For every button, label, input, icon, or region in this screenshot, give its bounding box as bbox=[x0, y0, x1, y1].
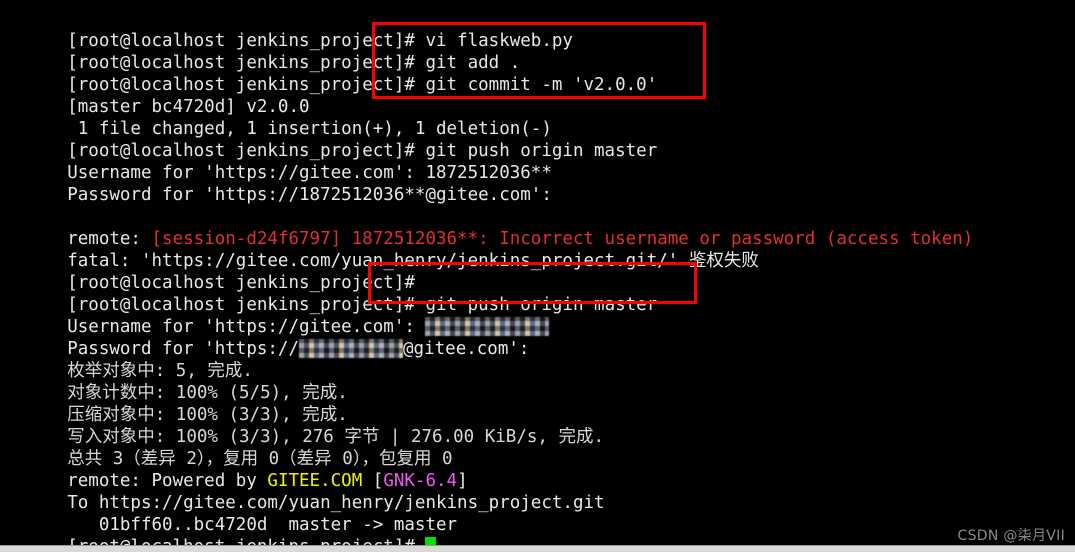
terminal-line-final-prompt[interactable]: [root@localhost jenkins_project]# bbox=[4, 514, 437, 552]
terminal-line-writing: 写入对象中: 100% (3/3), 276 字节 | 276.00 KiB/s… bbox=[4, 404, 604, 447]
line-suffix: @gitee.com': bbox=[403, 339, 540, 359]
window-bottom-edge bbox=[0, 545, 1075, 552]
terminal-line-password-2: Password for 'https://@gitee.com': bbox=[4, 316, 540, 359]
terminal-line-git-add: [root@localhost jenkins_project]# git ad… bbox=[4, 30, 520, 73]
terminal-line-fatal: fatal: 'https://gitee.com/yuan_henry/jen… bbox=[4, 228, 759, 271]
line-text: Password for 'https://1872512036**@gitee… bbox=[67, 185, 563, 205]
terminal-line-enumerating: 枚举对象中: 5, 完成. bbox=[4, 338, 253, 381]
terminal-line-diffstat: 1 file changed, 1 insertion(+), 1 deleti… bbox=[4, 96, 552, 139]
terminal-line-compressing: 压缩对象中: 100% (3/3), 完成. bbox=[4, 382, 348, 425]
terminal-line-powered-by: remote: Powered by GITEE.COM [GNK-6.4] bbox=[4, 448, 467, 491]
terminal-line-username-2: Username for 'https://gitee.com': bbox=[4, 294, 550, 337]
terminal-window[interactable]: + b2b4b2b4ff01bff00 master -> master (fo… bbox=[0, 0, 1075, 552]
terminal-line-total: 总共 3（差异 2），复用 0（差异 0），包复用 0 bbox=[4, 426, 452, 469]
terminal-line-remote-error: remote: [session-d24f6797] 1872512036**:… bbox=[4, 206, 973, 249]
terminal-line-git-push-2: [root@localhost jenkins_project]# git pu… bbox=[4, 272, 657, 315]
terminal-line-username-1: Username for 'https://gitee.com': 187251… bbox=[4, 140, 552, 183]
terminal-line-commit-result: [master bc4720d] v2.0.0 bbox=[4, 74, 309, 117]
terminal-line-counting: 对象计数中: 100% (5/5), 完成. bbox=[4, 360, 348, 403]
terminal-line-empty-prompt: [root@localhost jenkins_project]# bbox=[4, 250, 425, 293]
csdn-watermark: CSDN @柒月VII bbox=[957, 528, 1065, 544]
terminal-line-ref-update: 01bff60..bc4720d master -> master bbox=[4, 492, 457, 535]
terminal-line-to-remote: To https://gitee.com/yuan_henry/jenkins_… bbox=[4, 470, 604, 513]
terminal-line-git-push-1: [root@localhost jenkins_project]# git pu… bbox=[4, 118, 657, 161]
redacted-username-2 bbox=[299, 339, 404, 358]
terminal-line-vi: [root@localhost jenkins_project]# vi fla… bbox=[4, 8, 573, 51]
terminal-line-password-1: Password for 'https://1872512036**@gitee… bbox=[4, 162, 562, 205]
terminal-line-git-commit: [root@localhost jenkins_project]# git co… bbox=[4, 52, 657, 95]
